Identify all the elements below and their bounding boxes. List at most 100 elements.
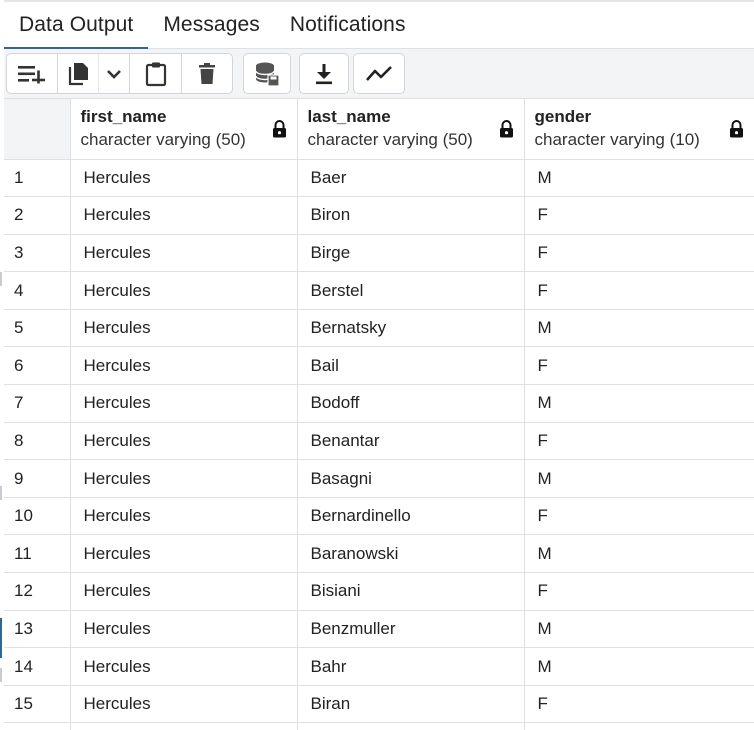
cell-gender[interactable]: M bbox=[524, 159, 754, 198]
table-row[interactable]: 11 Hercules Baranowski M bbox=[4, 534, 754, 574]
table-row[interactable]: 7 Hercules Bodoff M bbox=[4, 384, 754, 423]
table-row[interactable]: 8 Hercules Benantar F bbox=[4, 422, 754, 461]
cell-last-name[interactable]: Biran bbox=[297, 685, 525, 724]
cell-gender[interactable]: M bbox=[524, 610, 754, 649]
cell-gender[interactable] bbox=[524, 722, 754, 730]
cell-gender[interactable]: M bbox=[524, 384, 754, 423]
add-row-icon bbox=[18, 65, 45, 83]
cell-first-name[interactable]: Hercules bbox=[70, 309, 298, 348]
table-row[interactable]: 5 Hercules Bernatsky M bbox=[4, 309, 754, 348]
cell-first-name[interactable]: Hercules bbox=[70, 196, 298, 235]
table-row[interactable]: 3 Hercules Birge F bbox=[4, 234, 754, 273]
cell-gender[interactable]: F bbox=[524, 422, 754, 461]
cell-gender[interactable]: M bbox=[524, 534, 754, 574]
column-header-gender[interactable]: gender character varying (10) bbox=[524, 99, 754, 160]
table-row[interactable] bbox=[4, 722, 754, 730]
add-row-button[interactable] bbox=[7, 54, 58, 93]
download-icon bbox=[316, 63, 332, 84]
cell-last-name[interactable] bbox=[297, 722, 525, 730]
cell-first-name[interactable]: Hercules bbox=[70, 234, 298, 273]
cell-gender[interactable]: F bbox=[524, 572, 754, 611]
tab-messages[interactable]: Messages bbox=[148, 2, 275, 49]
row-number-cell[interactable]: 2 bbox=[4, 196, 71, 235]
cell-first-name[interactable]: Hercules bbox=[70, 384, 298, 423]
copy-icon bbox=[68, 62, 88, 85]
row-number-cell[interactable]: 13 bbox=[4, 610, 71, 649]
cell-last-name[interactable]: Bodoff bbox=[297, 384, 525, 423]
delete-button[interactable] bbox=[182, 54, 232, 93]
row-number-cell[interactable]: 3 bbox=[4, 234, 71, 273]
cell-last-name[interactable]: Biron bbox=[297, 196, 525, 235]
save-data-button[interactable] bbox=[244, 54, 290, 93]
row-number-cell[interactable]: 10 bbox=[4, 497, 71, 536]
table-row[interactable]: 2 Hercules Biron F bbox=[4, 196, 754, 235]
cell-first-name[interactable]: Hercules bbox=[70, 422, 298, 461]
cell-first-name[interactable]: Hercules bbox=[70, 459, 298, 498]
cell-first-name[interactable]: Hercules bbox=[70, 610, 298, 649]
cell-first-name[interactable]: Hercules bbox=[70, 271, 298, 310]
row-number-cell[interactable]: 9 bbox=[4, 459, 71, 498]
cell-last-name[interactable]: Benantar bbox=[297, 422, 525, 461]
row-number-cell[interactable]: 11 bbox=[4, 534, 71, 574]
row-number-cell[interactable]: 4 bbox=[4, 271, 71, 310]
column-header-first-name[interactable]: first_name character varying (50) bbox=[70, 99, 298, 160]
cell-last-name[interactable]: Basagni bbox=[297, 459, 525, 498]
cell-first-name[interactable]: Hercules bbox=[70, 647, 298, 686]
tab-notifications[interactable]: Notifications bbox=[275, 2, 421, 49]
cell-gender[interactable]: F bbox=[524, 196, 754, 235]
cell-gender[interactable]: F bbox=[524, 685, 754, 724]
cell-gender[interactable]: M bbox=[524, 647, 754, 686]
cell-last-name[interactable]: Baranowski bbox=[297, 534, 525, 574]
download-button[interactable] bbox=[300, 54, 348, 93]
table-row[interactable]: 9 Hercules Basagni M bbox=[4, 459, 754, 498]
table-row[interactable]: 14 Hercules Bahr M bbox=[4, 647, 754, 686]
row-number-cell[interactable]: 14 bbox=[4, 647, 71, 686]
cell-gender[interactable]: M bbox=[524, 309, 754, 348]
row-number-header[interactable] bbox=[4, 99, 71, 160]
graph-visualiser-button[interactable] bbox=[354, 54, 404, 93]
row-number-cell[interactable]: 1 bbox=[4, 159, 71, 198]
cell-gender[interactable]: F bbox=[524, 271, 754, 310]
cell-first-name[interactable] bbox=[70, 722, 298, 730]
table-row[interactable]: 1 Hercules Baer M bbox=[4, 159, 754, 198]
cell-gender[interactable]: F bbox=[524, 497, 754, 536]
row-number-cell[interactable] bbox=[4, 722, 71, 730]
cell-last-name[interactable]: Bernardinello bbox=[297, 497, 525, 536]
row-number-cell[interactable]: 6 bbox=[4, 346, 71, 386]
cell-first-name[interactable]: Hercules bbox=[70, 497, 298, 536]
cell-last-name[interactable]: Benzmuller bbox=[297, 610, 525, 649]
copy-button[interactable] bbox=[58, 54, 99, 93]
table-row[interactable]: 6 Hercules Bail F bbox=[4, 346, 754, 386]
cell-first-name[interactable]: Hercules bbox=[70, 572, 298, 611]
row-number-cell[interactable]: 12 bbox=[4, 572, 71, 611]
table-row[interactable]: 15 Hercules Biran F bbox=[4, 685, 754, 724]
table-row[interactable]: 12 Hercules Bisiani F bbox=[4, 572, 754, 611]
table-row[interactable]: 4 Hercules Berstel F bbox=[4, 271, 754, 310]
table-row[interactable]: 13 Hercules Benzmuller M bbox=[4, 610, 754, 649]
cell-last-name[interactable]: Bahr bbox=[297, 647, 525, 686]
cell-gender[interactable]: F bbox=[524, 346, 754, 386]
cell-gender[interactable]: F bbox=[524, 234, 754, 273]
row-number-cell[interactable]: 15 bbox=[4, 685, 71, 724]
row-number-cell[interactable]: 7 bbox=[4, 384, 71, 423]
cell-gender[interactable]: M bbox=[524, 459, 754, 498]
column-header-last-name[interactable]: last_name character varying (50) bbox=[297, 99, 525, 160]
download-group bbox=[299, 53, 349, 94]
cell-last-name[interactable]: Bernatsky bbox=[297, 309, 525, 348]
cell-last-name[interactable]: Bail bbox=[297, 346, 525, 386]
row-number-cell[interactable]: 5 bbox=[4, 309, 71, 348]
tab-data-output[interactable]: Data Output bbox=[4, 2, 149, 50]
cell-last-name[interactable]: Baer bbox=[297, 159, 525, 198]
cell-first-name[interactable]: Hercules bbox=[70, 685, 298, 724]
cell-last-name[interactable]: Birge bbox=[297, 234, 525, 273]
cell-last-name[interactable]: Berstel bbox=[297, 271, 525, 310]
paste-button[interactable] bbox=[130, 54, 182, 93]
cell-last-name[interactable]: Bisiani bbox=[297, 572, 525, 611]
cell-first-name[interactable]: Hercules bbox=[70, 159, 298, 198]
cell-first-name[interactable]: Hercules bbox=[70, 346, 298, 386]
copy-options-dropdown[interactable] bbox=[99, 54, 130, 93]
table-row[interactable]: 10 Hercules Bernardinello F bbox=[4, 497, 754, 536]
row-number-cell[interactable]: 8 bbox=[4, 422, 71, 461]
graph-group bbox=[353, 53, 405, 94]
cell-first-name[interactable]: Hercules bbox=[70, 534, 298, 574]
